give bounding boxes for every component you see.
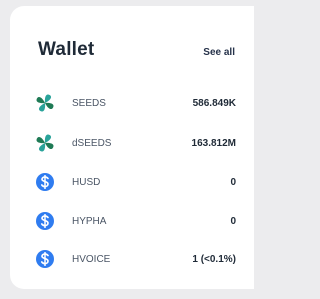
seeds-logo-icon [35,93,55,113]
dollar-circle-icon [35,211,55,231]
token-name: SEEDS [72,97,106,109]
wallet-title: Wallet [38,39,95,60]
token-row-dseeds[interactable]: dSEEDS 163.812M [35,132,236,154]
token-name: HYPHA [72,215,107,227]
dollar-circle-icon [35,249,55,269]
token-name: dSEEDS [72,137,112,149]
wallet-card: Wallet See all SEEDS 586.849K dSEEDS 163… [10,6,254,289]
token-name: HUSD [72,176,101,188]
token-row-hvoice[interactable]: HVOICE 1 (<0.1%) [35,248,236,270]
token-row-seeds[interactable]: SEEDS 586.849K [35,92,236,114]
token-amount: 0 [230,215,236,227]
see-all-link[interactable]: See all [203,47,235,58]
seeds-logo-icon [35,133,55,153]
token-amount: 586.849K [192,97,236,109]
token-amount: 0 [230,176,236,188]
dollar-circle-icon [35,172,55,192]
token-amount: 1 (<0.1%) [192,253,236,265]
token-row-hypha[interactable]: HYPHA 0 [35,210,236,232]
token-amount: 163.812M [191,137,236,149]
token-row-husd[interactable]: HUSD 0 [35,171,236,193]
token-name: HVOICE [72,253,111,265]
